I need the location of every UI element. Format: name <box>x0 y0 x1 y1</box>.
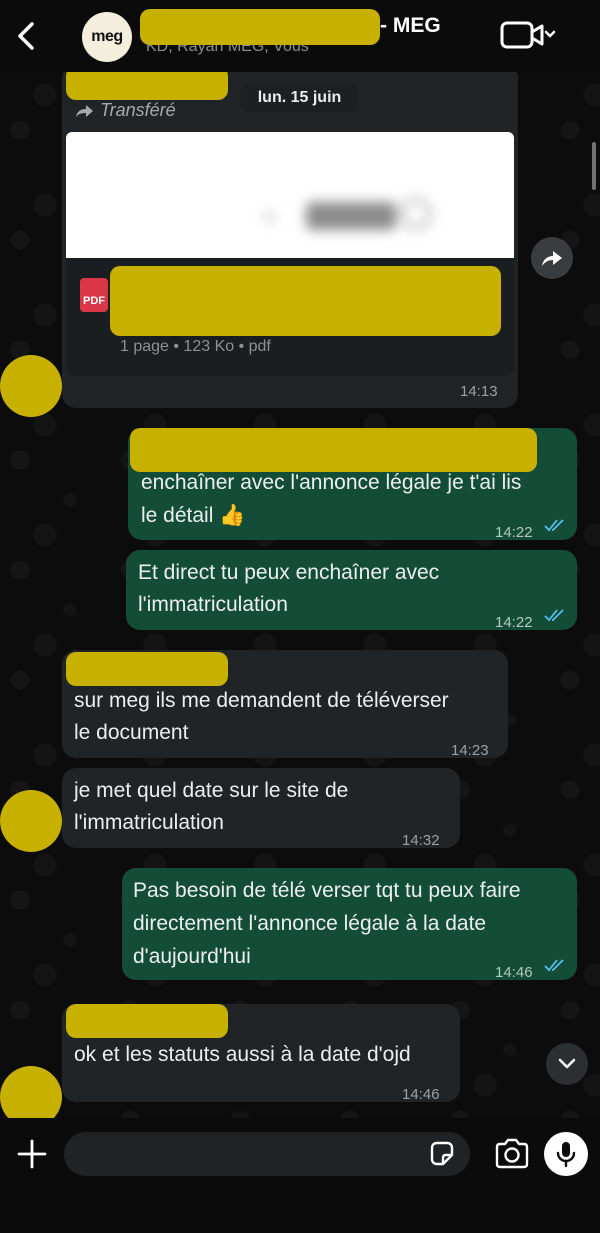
pdf-icon: PDF <box>80 278 108 312</box>
redacted-sender-name <box>66 652 228 686</box>
message-text-line: le détail 👍 <box>141 504 246 527</box>
message-text-line: le document <box>74 721 189 744</box>
message-text-line: directement l'annonce légale à la date <box>133 912 487 935</box>
microphone-button[interactable] <box>544 1132 588 1176</box>
forward-icon <box>76 105 93 117</box>
message-time: 14:46 <box>495 964 533 981</box>
blurred-preview-content <box>266 198 432 230</box>
scroll-to-bottom-button[interactable] <box>546 1043 588 1085</box>
message-text-line: l'immatriculation <box>74 811 224 834</box>
message-text-line: Et direct tu peux enchaîner avec <box>138 561 440 584</box>
video-call-icon[interactable] <box>500 20 558 50</box>
message-text-line: enchaîner avec l'annonce légale je t'ai … <box>141 471 522 494</box>
message-bubble-outgoing[interactable]: Et direct tu peux enchaîner avec l'immat… <box>126 550 577 631</box>
sender-avatar[interactable] <box>0 355 62 417</box>
message-time: 14:22 <box>495 614 533 631</box>
scrollbar[interactable] <box>592 142 596 190</box>
pdf-icon-label: PDF <box>83 295 105 307</box>
group-avatar-text: meg <box>91 28 123 45</box>
message-input[interactable] <box>64 1132 470 1176</box>
chevron-down-icon <box>558 1058 576 1069</box>
sticker-icon[interactable] <box>428 1140 456 1168</box>
message-bubble-outgoing[interactable]: Pas besoin de télé verser tqt tu peux fa… <box>122 868 577 981</box>
forwarded-label: Transféré <box>100 100 176 120</box>
message-text-line: je met quel date sur le site de <box>74 779 349 802</box>
group-title[interactable]: - MEG <box>380 14 441 38</box>
read-receipt-icon <box>544 609 564 622</box>
redacted-document-name <box>110 266 501 336</box>
document-meta: 1 page • 123 Ko • pdf <box>120 338 271 355</box>
document-preview[interactable] <box>66 132 514 258</box>
message-text-line: Pas besoin de télé verser tqt tu peux fa… <box>133 879 521 902</box>
plus-icon[interactable] <box>16 1138 48 1170</box>
message-text-line: d'aujourd'hui <box>133 945 251 968</box>
share-icon <box>542 251 562 266</box>
message-time: 14:23 <box>451 742 489 759</box>
back-icon[interactable] <box>14 20 42 52</box>
message-bubble-incoming[interactable]: je met quel date sur le site de l'immatr… <box>62 768 460 849</box>
microphone-icon <box>556 1142 576 1168</box>
message-time: 14:32 <box>402 832 440 849</box>
message-time: 14:46 <box>402 1086 440 1103</box>
read-receipt-icon <box>544 959 564 972</box>
date-separator: lun. 15 juin <box>241 83 358 112</box>
message-text-line: ok et les statuts aussi à la date d'ojd <box>74 1043 411 1066</box>
share-button[interactable] <box>531 237 573 279</box>
message-text-line: l'immatriculation <box>138 593 288 616</box>
redacted-sender-name <box>66 1004 228 1038</box>
redacted-group-name[interactable] <box>140 9 380 45</box>
camera-icon[interactable] <box>494 1138 530 1170</box>
chat-header: meg - MEG KD, Rayan MEG, Vous <box>0 0 600 72</box>
message-text-line: sur meg ils me demandent de téléverser <box>74 689 449 712</box>
sender-avatar[interactable] <box>0 790 62 852</box>
read-receipt-icon <box>544 519 564 532</box>
message-time: 14:13 <box>460 383 498 400</box>
message-time: 14:22 <box>495 524 533 541</box>
group-avatar[interactable]: meg <box>82 12 132 62</box>
